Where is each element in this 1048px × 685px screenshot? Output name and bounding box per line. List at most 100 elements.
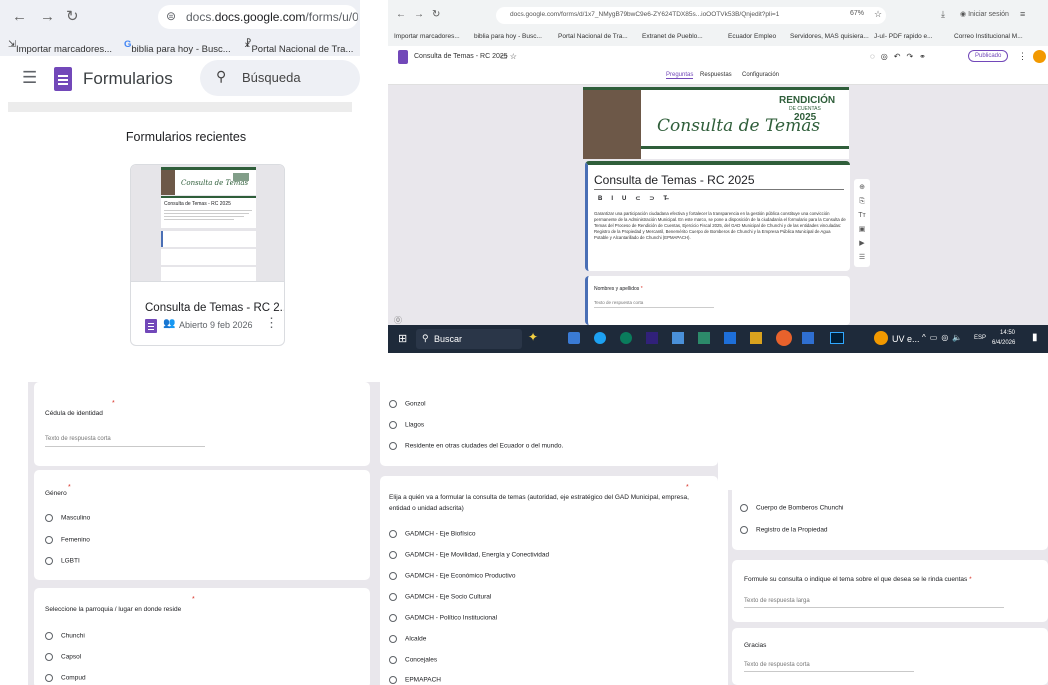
radio-option[interactable]: Alcalde bbox=[389, 635, 426, 643]
add-question-icon[interactable]: ⊕ bbox=[854, 181, 870, 195]
question-card-parroquia[interactable]: * Seleccione la parroquia / lugar en don… bbox=[34, 588, 370, 685]
tab-respuestas[interactable]: Respuestas bbox=[700, 72, 732, 78]
radio-option[interactable]: GADMCH - Eje Biofísico bbox=[389, 530, 475, 538]
app-icon-4[interactable] bbox=[646, 332, 658, 344]
app-icon-6[interactable] bbox=[698, 332, 710, 344]
radio-option[interactable]: GADMCH - Eje Movilidad, Energía y Conect… bbox=[389, 551, 549, 559]
toolbar-icons[interactable]: ◌◎↶↷⚭ bbox=[870, 52, 932, 61]
add-image-icon[interactable]: ▣ bbox=[854, 223, 870, 237]
question-card-dirigir[interactable]: * Elija a quién va a formular la consult… bbox=[380, 476, 718, 685]
question-card-dirigir-cont[interactable]: Cuerpo de Bomberos Chunchi Registro de l… bbox=[732, 490, 1048, 550]
title-card[interactable]: Consulta de Temas - RC 2025 BIU⊂⊃T̶ Gara… bbox=[585, 161, 850, 271]
radio-option[interactable]: Capsol bbox=[45, 653, 81, 661]
clock-date[interactable]: 6/4/2026 bbox=[992, 340, 1015, 346]
radio-icon bbox=[389, 614, 397, 622]
app-icon-1[interactable] bbox=[568, 332, 580, 344]
app-icon-7[interactable] bbox=[724, 332, 736, 344]
radio-option[interactable]: Registro de la Propiedad bbox=[740, 526, 828, 534]
radio-option[interactable]: Residente en otras ciudades del Ecuador … bbox=[389, 442, 563, 450]
address-bar[interactable]: ⊜ docs.docs.google.com/forms/u/0/?pli=1 bbox=[158, 5, 358, 29]
back-icon[interactable]: ← bbox=[12, 8, 27, 25]
bookmark-5[interactable]: Servidores, MAS quisiera... bbox=[790, 33, 869, 40]
language-indicator[interactable]: ESP bbox=[974, 335, 986, 341]
bookmark-2[interactable]: Portal Nacional de Tra... bbox=[558, 33, 628, 40]
radio-option[interactable]: Femenino bbox=[45, 536, 90, 544]
format-toolbar[interactable]: BIU⊂⊃T̶ bbox=[598, 195, 676, 202]
question-card-parroquia-cont[interactable]: Gonzol Llagos Residente en otras ciudade… bbox=[380, 382, 718, 466]
back-icon[interactable]: ← bbox=[396, 9, 406, 20]
bookmark-7[interactable]: Correo Institucional M... bbox=[954, 33, 1023, 40]
doc-title[interactable]: Consulta de Temas - RC 2025 bbox=[414, 53, 508, 60]
tab-configuracion[interactable]: Configuración bbox=[742, 72, 779, 78]
forward-icon[interactable]: → bbox=[40, 8, 55, 25]
avatar[interactable] bbox=[1033, 50, 1046, 63]
form-title[interactable]: Consulta de Temas - RC 2025 bbox=[594, 173, 755, 187]
radio-option[interactable]: EPMAPACH bbox=[389, 676, 441, 684]
tab-preguntas[interactable]: Preguntas bbox=[666, 72, 694, 79]
recent-form-card[interactable]: Consulta de Temas Consulta de Temas - RC… bbox=[130, 164, 285, 346]
bookmark-1[interactable]: biblia para hoy - Busc... bbox=[474, 33, 542, 40]
more-options-icon[interactable]: ⋮ bbox=[265, 315, 278, 331]
tray-icons[interactable]: ^▭◎🔈 bbox=[922, 333, 966, 342]
app-icon-8[interactable] bbox=[750, 332, 762, 344]
bookmark-2[interactable]: ☧ Portal Nacional de Tra... bbox=[244, 39, 353, 55]
zoom-level[interactable]: 67% bbox=[850, 10, 865, 17]
menu-icon[interactable]: ☰ bbox=[22, 68, 37, 88]
question-card-consulta[interactable]: Formule su consulta o indique el tema so… bbox=[732, 560, 1048, 622]
radio-option[interactable]: Llagos bbox=[389, 421, 424, 429]
radio-option[interactable]: GADMCH - Político Institucional bbox=[389, 614, 497, 622]
star-icon[interactable]: ☆ bbox=[874, 9, 882, 20]
forward-icon[interactable]: → bbox=[414, 9, 424, 20]
notification-icon[interactable]: ▮ bbox=[1032, 332, 1038, 343]
address-bar[interactable]: docs.google.com/forms/d/1x7_NMygB79bwC9e… bbox=[496, 7, 886, 24]
taskbar-search[interactable]: ⚲ Buscar bbox=[416, 329, 522, 349]
copilot-icon[interactable]: ✦ bbox=[528, 330, 538, 344]
bookmark-4[interactable]: Ecuador Empleo bbox=[728, 33, 776, 40]
radio-option[interactable]: Masculino bbox=[45, 514, 90, 522]
question-card-cedula[interactable]: * Cédula de identidad Texto de respuesta… bbox=[34, 382, 370, 466]
bookmark-1[interactable]: G biblia para hoy - Busc... bbox=[124, 39, 231, 55]
question-card-gracias[interactable]: Gracias Texto de respuesta corta bbox=[732, 628, 1048, 685]
folder-icon[interactable]: ▭ ☆ bbox=[500, 52, 517, 61]
reload-icon[interactable]: ↻ bbox=[66, 7, 79, 25]
bookmark-3[interactable]: Extranet de Pueblo... bbox=[642, 33, 703, 40]
radio-option[interactable]: LGBTI bbox=[45, 557, 80, 565]
publish-button[interactable]: Publicado bbox=[968, 50, 1009, 62]
reload-icon[interactable]: ↻ bbox=[432, 9, 440, 20]
signin-button[interactable]: ◉ Iniciar sesión bbox=[960, 10, 1009, 18]
firefox-icon[interactable] bbox=[776, 330, 792, 346]
radio-icon bbox=[45, 557, 53, 565]
radio-option[interactable]: Compud bbox=[45, 674, 86, 682]
radio-option[interactable]: Concejales bbox=[389, 656, 437, 664]
bookmark-6[interactable]: J-uI- PDF rapido e... bbox=[874, 33, 933, 40]
search-icon: ⚲ bbox=[422, 333, 429, 343]
radio-option[interactable]: Chunchi bbox=[45, 632, 85, 640]
search-input[interactable]: ⚲ Búsqueda bbox=[200, 60, 360, 96]
question-card-genero[interactable]: * Género Masculino Femenino LGBTI bbox=[34, 470, 370, 580]
form-description[interactable]: Garantizar una participación ciudadana e… bbox=[594, 211, 846, 241]
radio-option[interactable]: GADMCH - Eje Socio Cultural bbox=[389, 593, 491, 601]
start-icon[interactable]: ⊞ bbox=[398, 332, 407, 345]
radio-option[interactable]: Cuerpo de Bomberos Chunchi bbox=[740, 504, 843, 512]
app-icon-5[interactable] bbox=[672, 332, 684, 344]
app-icon-9[interactable] bbox=[802, 332, 814, 344]
import-icon[interactable]: ⎘ bbox=[854, 195, 870, 209]
add-title-icon[interactable]: Tт bbox=[854, 209, 870, 223]
photoshop-icon[interactable] bbox=[830, 332, 844, 344]
site-info-icon[interactable]: ⊜ bbox=[166, 9, 176, 23]
bookmark-0[interactable]: ⇲ Importar marcadores... bbox=[8, 39, 112, 55]
question-title: Cédula de identidad bbox=[45, 410, 103, 417]
question-card-name[interactable]: Nombres y apellidos * Texto de respuesta… bbox=[585, 276, 850, 325]
menu-icon[interactable]: ≡ bbox=[1020, 9, 1025, 19]
download-icon[interactable]: ⤓ bbox=[941, 9, 945, 20]
clock-time[interactable]: 14:50 bbox=[1000, 330, 1015, 336]
radio-option[interactable]: Gonzol bbox=[389, 400, 426, 408]
add-section-icon[interactable]: ☰ bbox=[854, 251, 870, 265]
more-options-icon[interactable]: ⋮ bbox=[1018, 51, 1027, 62]
app-icon-2[interactable] bbox=[594, 332, 606, 344]
app-icon-3[interactable] bbox=[620, 332, 632, 344]
bookmark-0[interactable]: Importar marcadores... bbox=[394, 33, 460, 40]
taskbar-app-label[interactable]: UV e... bbox=[892, 334, 920, 344]
radio-option[interactable]: GADMCH - Eje Económico Productivo bbox=[389, 572, 516, 580]
add-video-icon[interactable]: ▶ bbox=[854, 237, 870, 251]
